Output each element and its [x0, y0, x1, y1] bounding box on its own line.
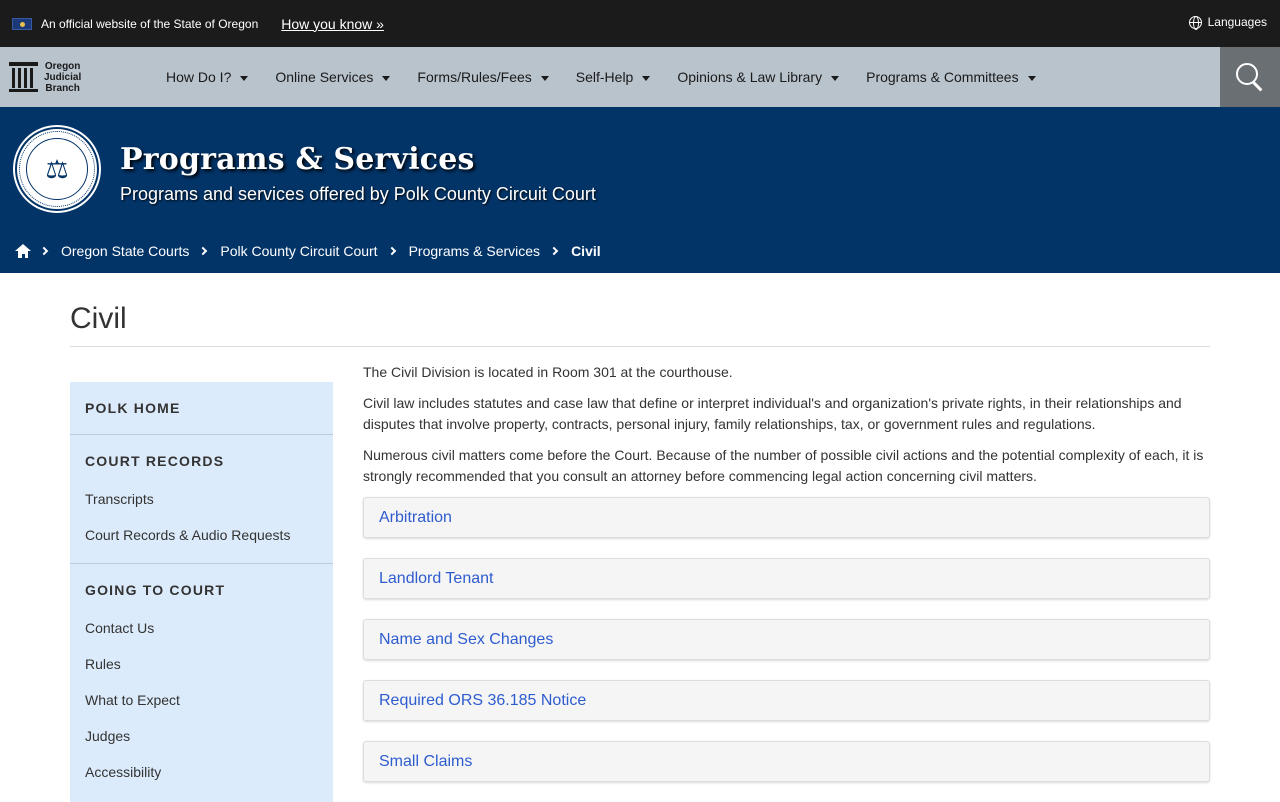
accordion-small-claims[interactable]: Small Claims — [363, 741, 1210, 782]
languages-label: Languages — [1207, 15, 1267, 29]
chevron-down-icon — [831, 75, 840, 81]
accordion-name-sex-changes[interactable]: Name and Sex Changes — [363, 619, 1210, 660]
sidebar-section-court-records: COURT RECORDS Transcripts Court Records … — [70, 435, 333, 564]
sidebar-item-contact-us[interactable]: Contact Us — [70, 610, 333, 646]
accordion-arbitration[interactable]: Arbitration — [363, 497, 1210, 538]
sidebar-heading-court-records[interactable]: COURT RECORDS — [70, 435, 333, 487]
nav-online-services[interactable]: Online Services — [275, 69, 391, 85]
chevron-right-icon — [387, 246, 396, 256]
nav-menu: How Do I? Online Services Forms/Rules/Fe… — [166, 69, 1063, 85]
civil-law-paragraph: Civil law includes statutes and case law… — [363, 395, 1182, 432]
scales-icon: ⚖ — [26, 138, 88, 200]
page-banner: ⚖ Programs & Services Programs and servi… — [0, 107, 1280, 273]
sidebar-item-court-records-audio[interactable]: Court Records & Audio Requests — [70, 517, 333, 553]
chevron-down-icon — [642, 75, 651, 81]
oregon-flag-icon — [12, 17, 32, 30]
chevron-right-icon — [199, 246, 208, 256]
logo-text: Oregon Judicial Branch — [44, 60, 82, 94]
courthouse-icon — [9, 62, 38, 92]
nav-self-help[interactable]: Self-Help — [576, 69, 651, 85]
main-content: The Civil Division is located in Room 30… — [363, 362, 1210, 802]
sidebar-heading-going-to-court[interactable]: GOING TO COURT — [70, 564, 333, 616]
sidebar-heading-polk-home[interactable]: POLK HOME — [70, 382, 333, 434]
judicial-department-seal: ⚖ — [15, 127, 99, 211]
breadcrumb: Oregon State Courts Polk County Circuit … — [15, 243, 612, 259]
sidebar-section-polk-home: POLK HOME — [70, 382, 333, 435]
chevron-right-icon — [549, 246, 559, 256]
search-button[interactable] — [1220, 47, 1280, 107]
home-icon[interactable] — [15, 244, 31, 258]
breadcrumb-polk-county[interactable]: Polk County Circuit Court — [220, 243, 377, 259]
title-divider — [70, 346, 1210, 347]
sidebar-section-going-to-court: GOING TO COURT Contact Us Rules What to … — [70, 564, 333, 790]
nav-programs-committees[interactable]: Programs & Committees — [866, 69, 1036, 85]
languages-button[interactable]: Languages — [1188, 15, 1267, 30]
civil-matters-paragraph: Numerous civil matters come before the C… — [363, 447, 1204, 484]
nav-how-do-i[interactable]: How Do I? — [166, 69, 249, 85]
sidebar-item-transcripts[interactable]: Transcripts — [70, 481, 333, 517]
official-text: An official website of the State of Oreg… — [41, 16, 259, 31]
chevron-down-icon — [240, 75, 249, 81]
ojb-logo[interactable]: Oregon Judicial Branch — [9, 61, 149, 94]
chevron-right-icon — [39, 246, 49, 256]
sidebar-item-judges[interactable]: Judges — [70, 718, 333, 754]
accordion-landlord-tenant[interactable]: Landlord Tenant — [363, 558, 1210, 599]
sidebar-item-accessibility[interactable]: Accessibility — [70, 754, 333, 790]
banner-subtitle: Programs and services offered by Polk Co… — [120, 184, 596, 204]
chevron-down-icon — [540, 75, 549, 81]
main-navbar: Oregon Judicial Branch How Do I? Online … — [0, 47, 1280, 107]
breadcrumb-current: Civil — [571, 243, 601, 259]
official-banner: An official website of the State of Oreg… — [0, 0, 1280, 47]
breadcrumb-programs-services[interactable]: Programs & Services — [409, 243, 540, 259]
globe-icon — [1188, 15, 1202, 30]
sidebar-item-what-to-expect[interactable]: What to Expect — [70, 682, 333, 718]
chevron-down-icon — [382, 75, 391, 81]
banner-title: Programs & Services — [120, 142, 475, 177]
how-you-know-link[interactable]: How you know » — [281, 16, 384, 32]
intro-paragraph: The Civil Division is located in Room 30… — [363, 364, 733, 380]
nav-opinions-law-library[interactable]: Opinions & Law Library — [677, 69, 840, 85]
accordion-ors-notice[interactable]: Required ORS 36.185 Notice — [363, 680, 1210, 721]
nav-forms-rules-fees[interactable]: Forms/Rules/Fees — [417, 69, 549, 85]
breadcrumb-oregon-state-courts[interactable]: Oregon State Courts — [61, 243, 189, 259]
sidebar: POLK HOME COURT RECORDS Transcripts Cour… — [70, 382, 333, 802]
page-title: Civil — [70, 302, 127, 335]
chevron-down-icon — [1027, 75, 1036, 81]
sidebar-item-rules[interactable]: Rules — [70, 646, 333, 682]
